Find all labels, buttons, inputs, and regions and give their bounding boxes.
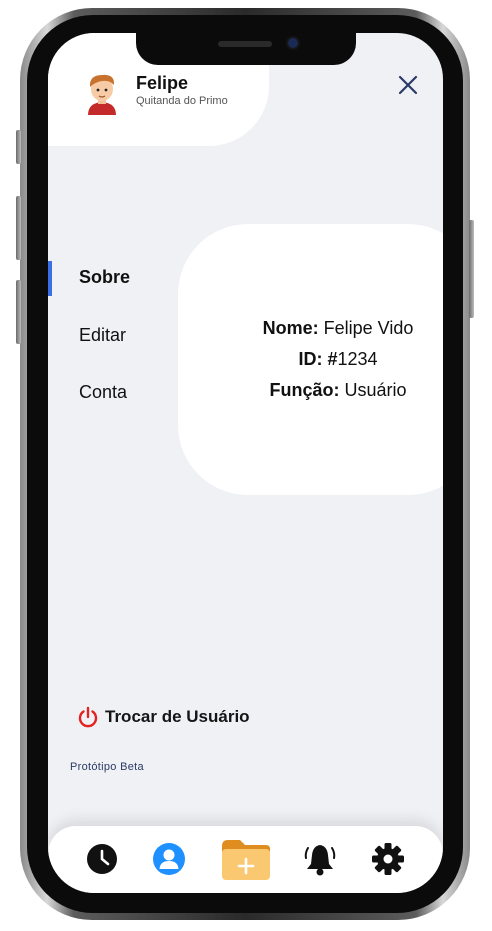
close-icon[interactable] [394, 71, 422, 99]
front-camera [288, 38, 298, 48]
info-name: Nome: Felipe Vido [178, 318, 443, 339]
menu-item-sobre[interactable]: Sobre [79, 267, 130, 288]
user-icon[interactable] [152, 842, 186, 876]
info-role-value: Usuário [344, 380, 407, 400]
active-menu-indicator [48, 261, 52, 296]
app-screen: Felipe Quitanda do Primo Sobre Editar Co… [48, 33, 443, 893]
store-name: Quitanda do Primo [136, 95, 228, 107]
notch [136, 30, 356, 65]
power-icon[interactable] [78, 706, 98, 728]
info-id-value: 1234 [337, 349, 378, 369]
beta-label: Protótipo Beta [70, 761, 144, 773]
gear-icon[interactable] [371, 842, 405, 876]
switch-user-button[interactable]: Trocar de Usuário [105, 707, 250, 727]
info-role: Função: Usuário [178, 380, 443, 401]
info-name-value: Felipe Vido [323, 318, 414, 338]
folder-add-icon[interactable] [220, 838, 272, 882]
user-name: Felipe [136, 73, 189, 93]
power-side-button [469, 220, 474, 318]
clock-icon[interactable] [86, 843, 118, 875]
menu-item-editar[interactable]: Editar [79, 325, 126, 346]
menu-item-conta[interactable]: Conta [79, 382, 127, 403]
volume-down-button [16, 280, 21, 344]
bottom-nav [48, 826, 443, 893]
bell-icon[interactable] [304, 842, 336, 876]
info-id: ID: #1234 [178, 349, 443, 370]
speaker-grille [218, 41, 272, 47]
mute-switch [16, 130, 21, 164]
avatar [88, 74, 116, 115]
volume-up-button [16, 196, 21, 260]
info-id-label: ID: # [298, 349, 338, 369]
info-role-label: Função: [269, 380, 340, 400]
info-name-label: Nome: [262, 318, 319, 338]
